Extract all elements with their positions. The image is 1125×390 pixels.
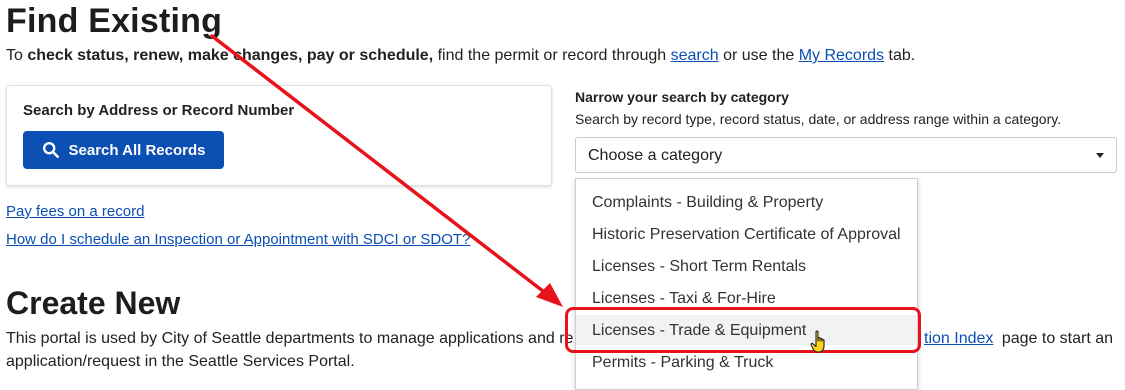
create-new-description-line2: application/request in the Seattle Servi… (6, 353, 355, 370)
category-dropdown-list: Complaints - Building & Property Histori… (575, 178, 918, 390)
category-select-value: Choose a category (588, 147, 723, 164)
dropdown-item[interactable]: Permits - Parking & Truck (576, 347, 917, 377)
create-new-heading: Create New (6, 285, 181, 321)
hand-cursor-icon (810, 330, 825, 353)
dropdown-item[interactable]: Historic Preservation Certificate of App… (576, 219, 917, 249)
search-all-records-label: Search All Records (68, 141, 206, 159)
search-all-records-button[interactable]: Search All Records (23, 131, 224, 169)
narrow-search-description: Search by record type, record status, da… (575, 111, 1062, 127)
create-new-description-end: tion Index page to start an (924, 330, 1114, 347)
dropdown-item[interactable]: Licenses - Short Term Rentals (576, 251, 917, 281)
my-records-link[interactable]: My Records (799, 47, 884, 64)
dropdown-item[interactable]: Licenses - Taxi & For-Hire (576, 283, 917, 313)
schedule-inspection-link[interactable]: How do I schedule an Inspection or Appoi… (6, 231, 470, 248)
pay-fees-link[interactable]: Pay fees on a record (6, 203, 144, 220)
find-existing-heading: Find Existing (6, 2, 223, 40)
create-new-description: This portal is used by City of Seattle d… (6, 330, 574, 347)
search-link[interactable]: search (671, 47, 719, 64)
application-index-link[interactable]: tion Index (924, 330, 993, 347)
category-select[interactable]: Choose a category (575, 137, 1117, 173)
dropdown-item-licenses-trade-equipment[interactable]: Licenses - Trade & Equipment (576, 315, 917, 345)
search-card-title: Search by Address or Record Number (23, 102, 295, 119)
narrow-search-title: Narrow your search by category (575, 89, 789, 105)
search-icon (42, 141, 59, 159)
find-existing-intro: To check status, renew, make changes, pa… (6, 47, 916, 64)
caret-down-icon (1096, 153, 1104, 158)
search-card: Search by Address or Record Number Searc… (6, 85, 552, 186)
dropdown-item[interactable]: Complaints - Building & Property (576, 187, 917, 217)
